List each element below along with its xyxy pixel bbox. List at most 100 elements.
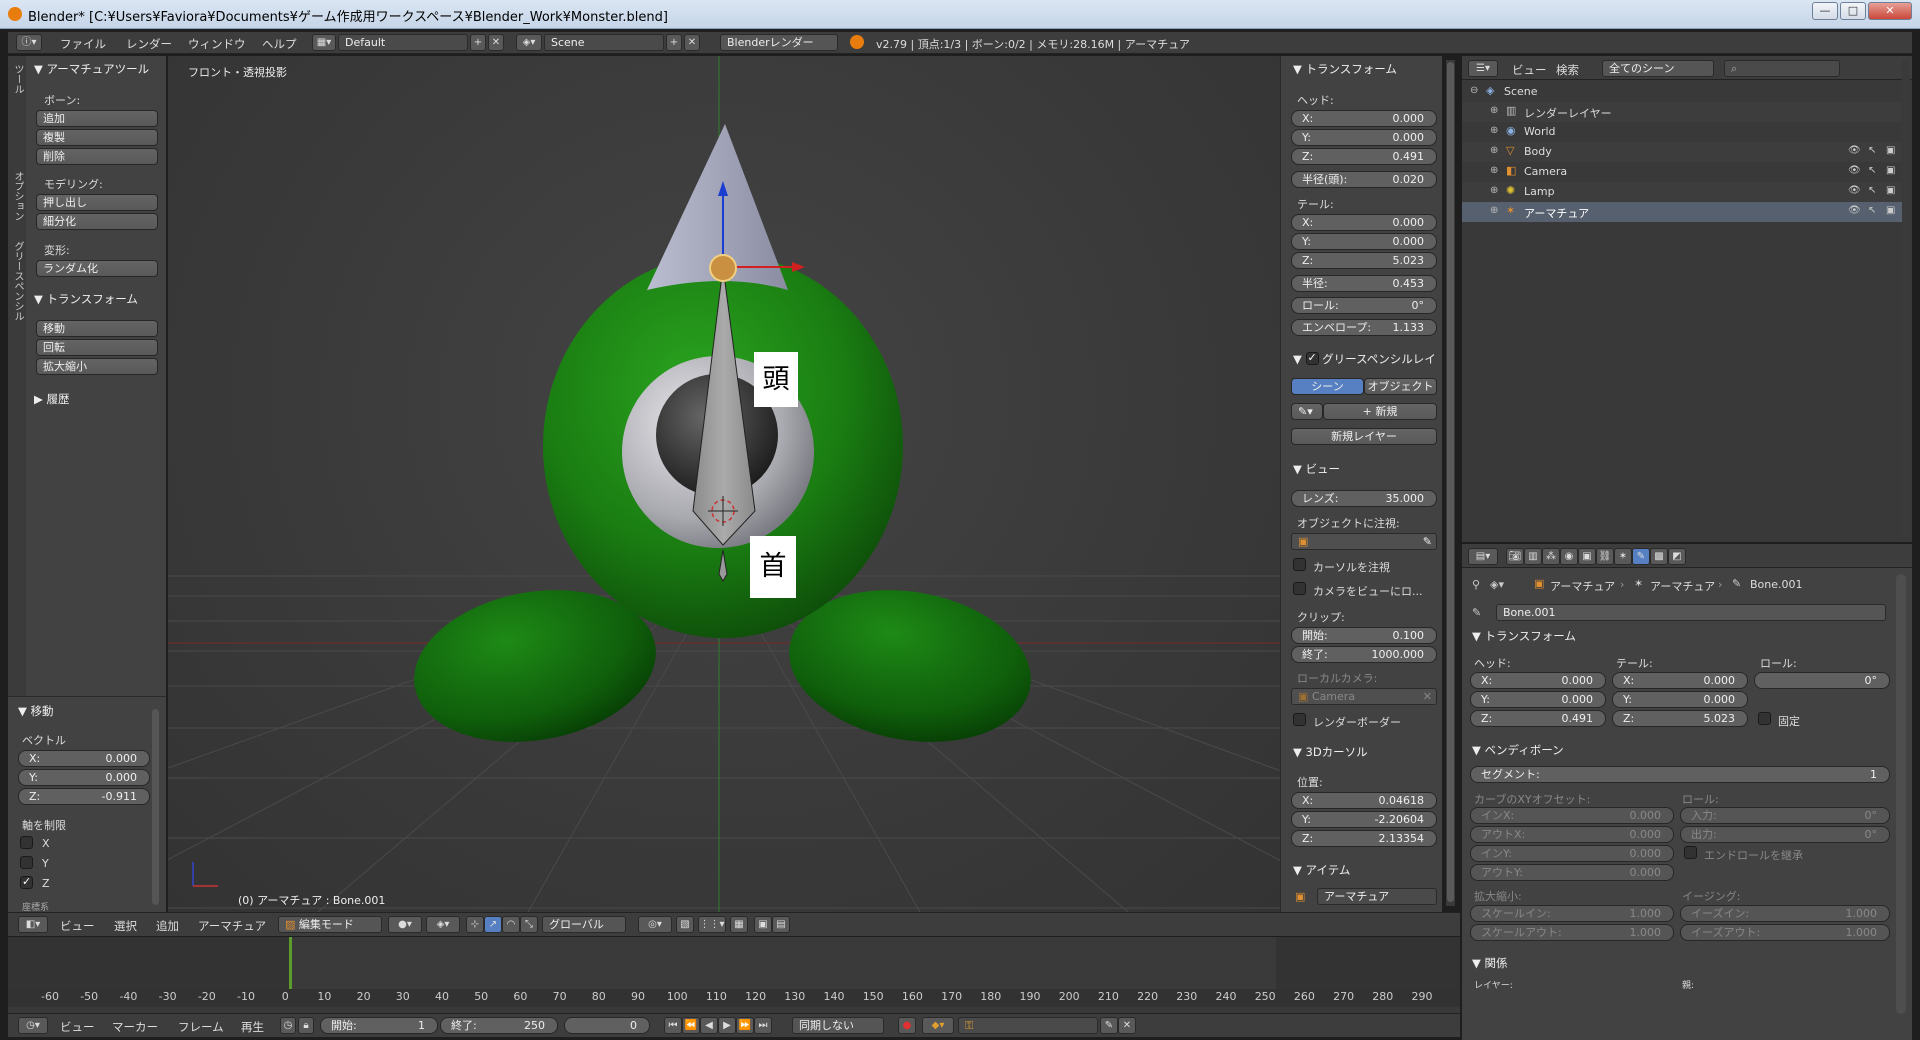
snap-target-icon[interactable]: ▦ xyxy=(730,916,748,933)
remove-scene-icon[interactable]: ✕ xyxy=(684,34,700,51)
ease-in-field[interactable]: イーズイン: 1.000 xyxy=(1680,905,1890,922)
constraint-y-checkbox[interactable] xyxy=(20,856,33,869)
keying-set-field[interactable]: ⚿ xyxy=(958,1017,1098,1034)
eye-icon[interactable]: 👁︎ xyxy=(1848,145,1861,156)
render-animation-icon[interactable]: ▤ xyxy=(772,916,790,933)
outliner-row[interactable]: ⊕ ◧ Camera 👁︎ ↖ ▣ xyxy=(1462,162,1906,182)
keying-set-dropdown[interactable]: ◆▾ xyxy=(922,1017,954,1034)
expand-toggle-icon[interactable]: ⊕ xyxy=(1490,145,1498,156)
outliner-item-name[interactable]: Body xyxy=(1524,145,1552,158)
n-gp-object-toggle[interactable]: オブジェクト xyxy=(1364,378,1437,395)
render-icon[interactable]: ▣ xyxy=(1886,165,1895,176)
cursor-icon[interactable]: ↖ xyxy=(1868,165,1876,176)
constraint-z-checkbox[interactable] xyxy=(20,875,33,889)
timeline-track[interactable] xyxy=(8,937,1460,989)
outliner-menu-search[interactable]: 検索 xyxy=(1556,62,1579,78)
n-gp-new-layer-button[interactable]: 新規レイヤー xyxy=(1291,428,1437,445)
timeline-menu-view[interactable]: ビュー xyxy=(60,1019,95,1035)
expand-toggle-icon[interactable]: ⊕ xyxy=(1490,165,1498,176)
n-gp-checkbox[interactable] xyxy=(1305,351,1319,365)
add-scene-icon[interactable]: + xyxy=(666,34,682,51)
cursor-icon[interactable]: ↖ xyxy=(1868,205,1876,216)
scale-button[interactable]: 拡大縮小 xyxy=(36,358,158,375)
scene-icon[interactable]: ◈▾ xyxy=(516,34,542,51)
n-lock-cursor-checkbox[interactable] xyxy=(1293,558,1306,571)
xray-toggle[interactable]: ▧ xyxy=(676,916,694,933)
menu-window[interactable]: ウィンドウ xyxy=(188,36,246,52)
end-frame-field[interactable]: 終了: 250 xyxy=(440,1017,558,1034)
bone-tab-icon[interactable]: ✎ xyxy=(1632,548,1650,565)
menu-file[interactable]: ファイル xyxy=(60,36,106,52)
viewport-menu-select[interactable]: 選択 xyxy=(114,918,137,934)
transform-panel-title[interactable]: ▼ トランスフォーム xyxy=(34,291,138,307)
constraints-tab-icon[interactable]: ⛓︎ xyxy=(1596,548,1614,565)
insert-keyframe-icon[interactable]: ✎ xyxy=(1100,1017,1118,1034)
eye-icon[interactable]: 👁︎ xyxy=(1848,205,1861,216)
jump-end-button[interactable]: ⏭ xyxy=(754,1017,772,1034)
n-gp-new-button[interactable]: + 新規 xyxy=(1323,403,1437,420)
tab-options[interactable]: オプション xyxy=(10,171,25,221)
world-tab-icon[interactable]: ◉ xyxy=(1560,548,1578,565)
play-button[interactable]: ▶ xyxy=(718,1017,736,1034)
n-cursor-title[interactable]: ▼ 3Dカーソル xyxy=(1293,744,1368,760)
operator-title[interactable]: ▼ 移動 xyxy=(18,703,54,719)
sync-dropdown[interactable]: 同期しない xyxy=(792,1017,884,1034)
proportional-dropdown[interactable]: ◎▾ xyxy=(638,916,672,933)
current-frame-field[interactable]: 0 xyxy=(564,1017,650,1034)
layout-field[interactable]: Default xyxy=(338,34,468,51)
outliner-menu-view[interactable]: ビュー xyxy=(1512,62,1547,78)
render-engine-dropdown[interactable]: Blenderレンダー xyxy=(720,34,838,51)
scale-manipulator[interactable]: ⤡ xyxy=(520,916,538,933)
n-radius-head[interactable]: 半径(頭): 0.020 xyxy=(1291,171,1437,188)
bone-lock-checkbox[interactable] xyxy=(1758,712,1771,725)
mode-dropdown[interactable]: ▨ 編集モード xyxy=(278,916,382,933)
cursor-icon[interactable]: ↖ xyxy=(1868,185,1876,196)
outliner-row[interactable]: ⊕ ◉ World xyxy=(1462,122,1906,142)
close-button[interactable]: ✕ xyxy=(1868,2,1912,20)
expand-toggle-icon[interactable]: ⊕ xyxy=(1490,185,1498,196)
timeline[interactable]: -60 -50 -40 -30 -20 -10 0 10 20 30 40 50 60 70 80 90 100… xyxy=(8,937,1460,1013)
layout-icon[interactable]: ▦▾ xyxy=(312,34,336,51)
rotate-button[interactable]: 回転 xyxy=(36,339,158,356)
bone-delete-button[interactable]: 削除 xyxy=(36,148,158,165)
pivot-dropdown[interactable]: ◈▾ xyxy=(426,916,460,933)
relations-title[interactable]: ▼ 関係 xyxy=(1472,955,1508,971)
jump-start-button[interactable]: ⏮ xyxy=(664,1017,682,1034)
outliner-scrollbar[interactable] xyxy=(1902,60,1910,538)
scene-field[interactable]: Scene xyxy=(544,34,664,51)
translate-manipulator[interactable]: ↗ xyxy=(484,916,502,933)
timeline-menu-playback[interactable]: 再生 xyxy=(241,1019,264,1035)
bone-name-field[interactable]: Bone.001 xyxy=(1496,604,1886,621)
properties-editor-type-icon[interactable]: ▤▾ xyxy=(1468,548,1498,565)
n-envelope[interactable]: エンベロープ: 1.133 xyxy=(1291,319,1437,336)
n-gp-pencil-icon[interactable]: ✎▾ xyxy=(1291,403,1323,420)
render-icon[interactable]: ▣ xyxy=(1886,205,1895,216)
jump-key-forward-button[interactable]: ⏩ xyxy=(736,1017,754,1034)
eye-icon[interactable]: 👁︎ xyxy=(1848,165,1861,176)
render-preview-icon[interactable]: ▣ xyxy=(754,916,772,933)
snap-element-dropdown[interactable]: ⋮⋮▾ xyxy=(698,916,726,933)
n-head-z[interactable]: Z: 0.491 xyxy=(1291,148,1437,165)
manipulator-toggle[interactable]: ⊹ xyxy=(466,916,484,933)
outliner-item-name[interactable]: レンダーレイヤー xyxy=(1524,105,1612,121)
timeline-editor-type-icon[interactable]: ◷▾ xyxy=(18,1017,48,1034)
render-layers-tab-icon[interactable]: ▥ xyxy=(1524,548,1542,565)
texture-tab-icon[interactable]: ◩ xyxy=(1668,548,1686,565)
pin-icon[interactable]: ⚲ xyxy=(1472,578,1480,591)
viewport-menu-view[interactable]: ビュー xyxy=(60,918,95,934)
vector-y-field[interactable]: Y: 0.000 xyxy=(18,769,150,786)
n-render-border-checkbox[interactable] xyxy=(1293,713,1306,726)
expand-toggle-icon[interactable]: ⊕ xyxy=(1490,205,1498,216)
menu-render[interactable]: レンダー xyxy=(126,36,172,52)
n-head-y[interactable]: Y: 0.000 xyxy=(1291,129,1437,146)
curve-in-x[interactable]: インX: 0.000 xyxy=(1470,807,1674,824)
roll-in-field[interactable]: 入力: 0° xyxy=(1680,807,1890,824)
outliner-row[interactable]: ⊕ ▥ レンダーレイヤー xyxy=(1462,102,1906,122)
outliner-row[interactable]: ⊕ ✶ アーマチュア 👁︎ ↖ ▣ xyxy=(1462,202,1906,222)
scale-out-field[interactable]: スケールアウト: 1.000 xyxy=(1470,924,1674,941)
n-tail-x[interactable]: X: 0.000 xyxy=(1291,214,1437,231)
expand-toggle-icon[interactable]: ⊕ xyxy=(1490,105,1498,116)
n-item-title[interactable]: ▼ アイテム xyxy=(1293,862,1350,878)
eye-icon[interactable]: 👁︎ xyxy=(1848,185,1861,196)
bone-head-x[interactable]: X: 0.000 xyxy=(1470,672,1606,689)
